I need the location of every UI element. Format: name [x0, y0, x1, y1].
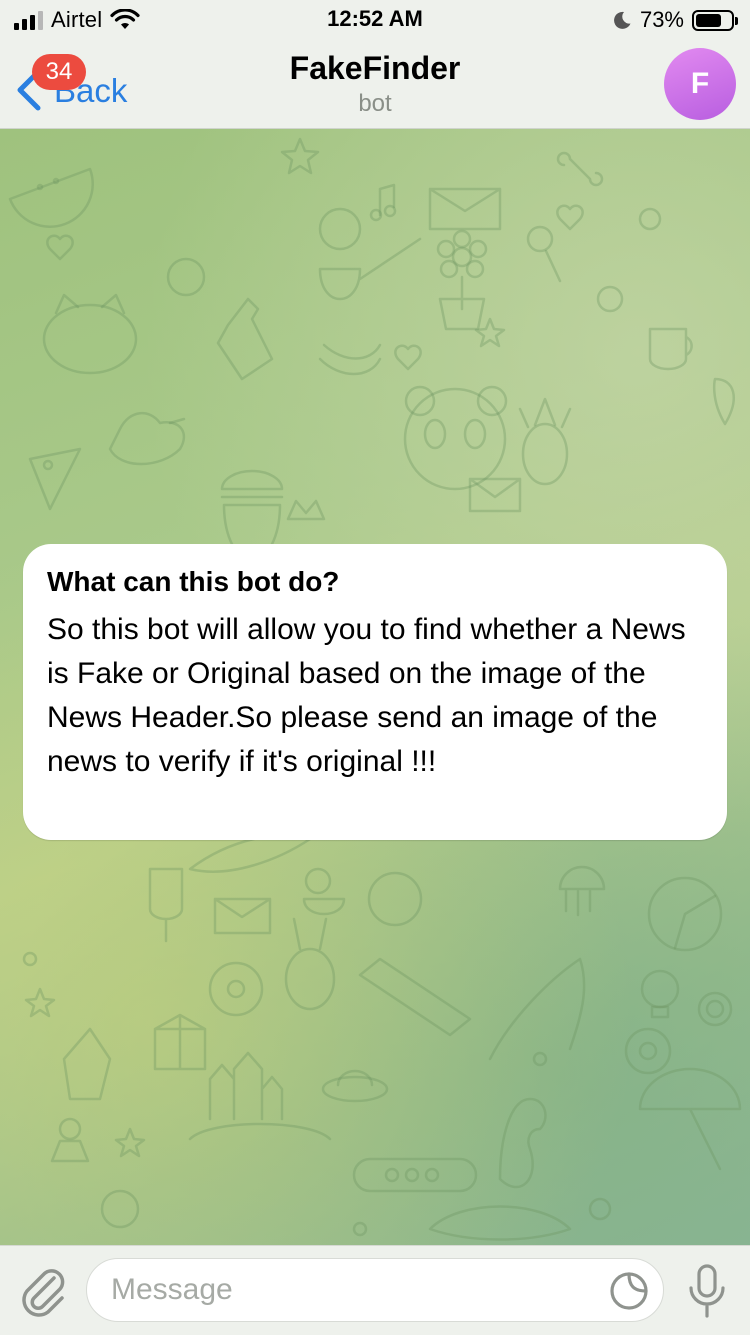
chat-title[interactable]: FakeFinder — [0, 50, 750, 87]
message-body: So this bot will allow you to find wheth… — [47, 613, 686, 778]
moon-icon — [614, 11, 631, 29]
battery-icon — [692, 9, 738, 31]
microphone-icon — [689, 1264, 725, 1318]
paperclip-icon — [22, 1269, 65, 1317]
message-input[interactable] — [86, 1258, 664, 1322]
chat-header: Back 34 FakeFinder bot F — [0, 40, 750, 129]
battery-percent: 73% — [639, 7, 684, 32]
voice-message-button[interactable] — [686, 1262, 728, 1320]
status-right: 73% — [612, 6, 738, 34]
attach-button[interactable] — [18, 1264, 68, 1318]
sticker-button[interactable] — [608, 1270, 650, 1312]
sticker-icon — [610, 1272, 648, 1310]
chat-area[interactable]: What can this bot do? So this bot will a… — [0, 129, 750, 1245]
bot-intro-message: What can this bot do? So this bot will a… — [23, 544, 727, 840]
avatar[interactable]: F — [664, 48, 736, 120]
chat-subtitle: bot — [358, 90, 392, 117]
battery-cap — [735, 16, 738, 25]
message-title: What can this bot do? — [47, 566, 340, 597]
status-bar: Airtel 12:52 AM 73% — [0, 0, 750, 40]
battery-fill — [696, 13, 721, 27]
message-composer — [0, 1245, 750, 1335]
